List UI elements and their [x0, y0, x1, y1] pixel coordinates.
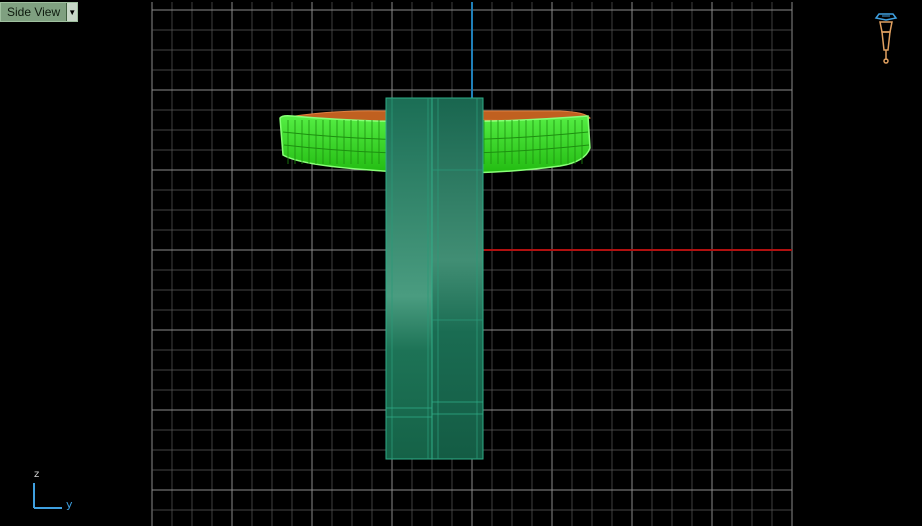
z-axis-label: z [34, 469, 40, 480]
shank-right-mesh [431, 97, 484, 460]
axis-gizmo [33, 483, 62, 509]
y-axis-label: y [66, 498, 73, 511]
camera-tripod-icon[interactable] [870, 10, 904, 66]
chevron-down-icon[interactable]: ▼ [66, 3, 78, 21]
side-viewport[interactable]: Side View ▼ z y [0, 0, 922, 526]
view-label[interactable]: Side View [1, 3, 66, 21]
view-selector[interactable]: Side View ▼ [0, 2, 79, 22]
shank-left-mesh [385, 97, 435, 460]
viewport-canvas[interactable] [0, 0, 922, 526]
